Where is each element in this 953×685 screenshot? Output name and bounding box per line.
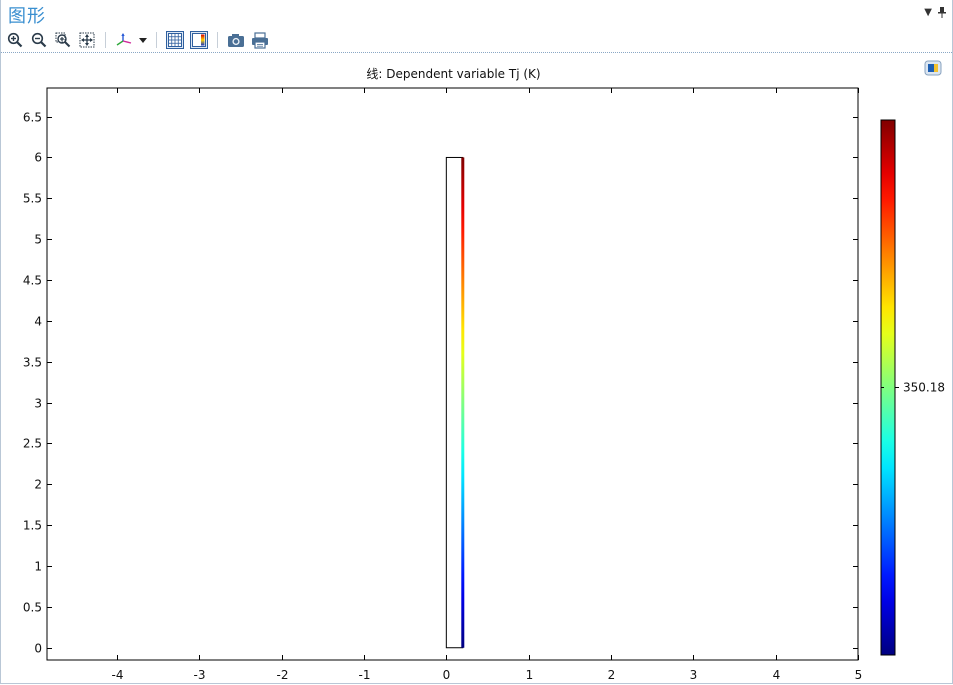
y-tick-label: 5 bbox=[34, 233, 42, 247]
y-tick-label: 6.5 bbox=[23, 111, 42, 125]
x-tick-label: -2 bbox=[277, 668, 289, 682]
colorbar-label: 350.18 bbox=[903, 381, 945, 395]
plot-canvas[interactable]: -4 -3 -2 -1 0 1 2 3 4 5 0 0.5 1 1.5 2 2.5 3 3.5 4 4.5 5 5.5 6 6… bbox=[1, 0, 952, 683]
y-tick-label: 4.5 bbox=[23, 274, 42, 288]
x-tick-label: 3 bbox=[690, 668, 698, 682]
plot-frame bbox=[46, 87, 859, 661]
x-tick-label: 0 bbox=[443, 668, 451, 682]
y-tick-label: 5.5 bbox=[23, 192, 42, 206]
x-tick-label: -3 bbox=[194, 668, 206, 682]
y-tick-label: 6 bbox=[34, 151, 42, 165]
x-tick-label: -1 bbox=[359, 668, 371, 682]
y-tick-label: 3 bbox=[34, 397, 42, 411]
x-tick-label: 2 bbox=[608, 668, 616, 682]
x-tick-label: 4 bbox=[773, 668, 781, 682]
x-tick-label: 5 bbox=[855, 668, 863, 682]
temperature-line bbox=[461, 157, 465, 648]
y-tick-label: 3.5 bbox=[23, 356, 42, 370]
y-tick-label: 2 bbox=[34, 478, 42, 492]
y-tick-label: 4 bbox=[34, 315, 42, 329]
x-tick-label: 1 bbox=[526, 668, 534, 682]
y-tick-label: 0 bbox=[34, 642, 42, 656]
graphics-panel: 图形 ▼ 线: Dependent variable Tj (K) -4 -3 … bbox=[0, 0, 953, 684]
y-tick-label: 1.5 bbox=[23, 519, 42, 533]
y-tick-label: 2.5 bbox=[23, 437, 42, 451]
y-tick-label: 1 bbox=[34, 560, 42, 574]
y-tick-label: 0.5 bbox=[23, 601, 42, 615]
x-tick-label: -4 bbox=[112, 668, 124, 682]
